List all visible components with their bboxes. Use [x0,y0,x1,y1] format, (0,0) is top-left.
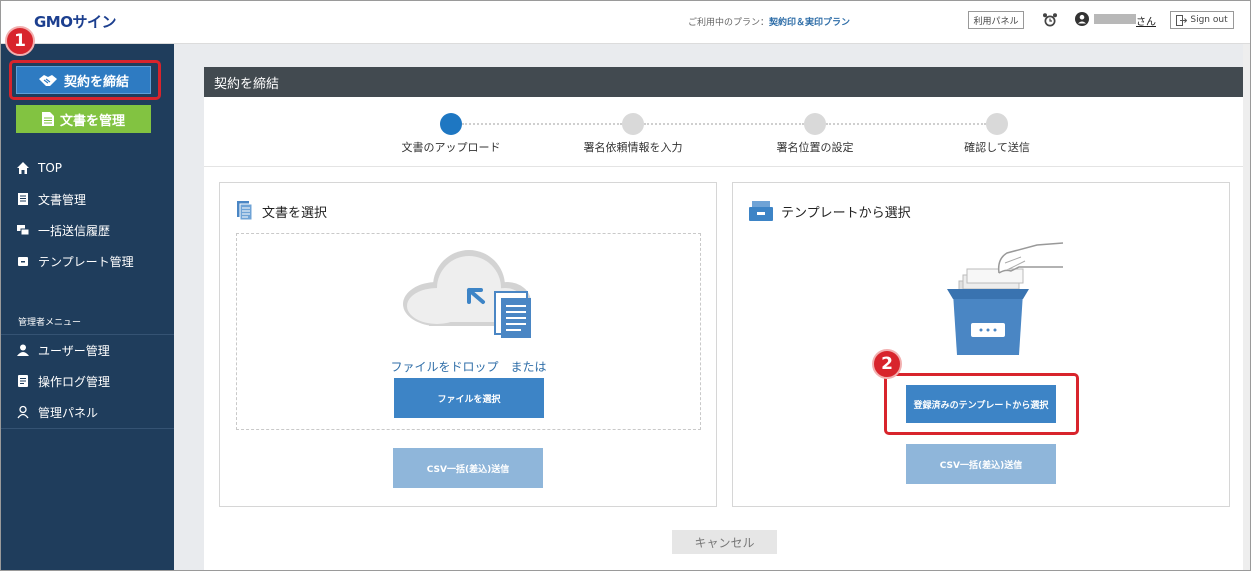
admin-menu-heading: 管理者メニュー [18,318,82,328]
step-1-dot [440,113,462,135]
sign-out-label: Sign out [1190,15,1228,25]
csv-batch-send-label: CSV一括(差込)送信 [426,464,510,475]
user-avatar-icon[interactable] [1075,12,1089,26]
sidebar: 契約を締結 文書を管理 TOP 文書管理 一括送信履歴 テンプレート管理 管理者… [0,44,174,571]
callout-badge-1: 1 [5,26,35,56]
usage-panel-button[interactable]: 利用パネル [968,11,1024,29]
sign-out-button[interactable]: Sign out [1170,11,1234,29]
sidebar-item-operation-log[interactable]: 操作ログ管理 [16,371,110,391]
select-template-title: テンプレートから選択 [781,205,911,221]
sidebar-item-batch-history[interactable]: 一括送信履歴 [16,220,110,240]
select-document-title: 文書を選択 [262,205,328,221]
page-title-bar: 契約を締結 [204,67,1245,97]
step-2-label: 署名依頼情報を入力 [583,141,683,154]
batch-send-icon [17,225,30,236]
page-scrollbar[interactable] [1243,44,1251,571]
cancel-button[interactable]: キャンセル [672,530,777,554]
plan-label: ご利用中のプラン： [688,18,770,28]
alarm-clock-icon[interactable] [1042,12,1058,28]
document-icon [41,112,54,126]
document-stack-icon [237,201,253,221]
admin-divider-top [0,334,174,335]
sidebar-item-user-management[interactable]: ユーザー管理 [16,340,110,360]
sidebar-item-label: 文書管理 [38,192,87,207]
user-name-suffix[interactable]: さん [1136,13,1156,28]
cloud-upload-icon [403,250,531,338]
sidebar-item-admin-panel[interactable]: 管理パネル [16,402,98,422]
sidebar-item-template-management[interactable]: テンプレート管理 [16,251,134,271]
home-icon [17,162,29,174]
select-template-card: テンプレートから選択 登録済みのテンプレートから選択 CSV一括(差込)送信 [732,182,1230,507]
sidebar-item-documents[interactable]: 文書管理 [16,189,86,209]
step-4-label: 確認して送信 [964,141,1030,154]
template-box-icon [18,257,28,266]
callout-highlight-1 [9,60,161,100]
step-4-dot [986,113,1008,135]
step-1-label: 文書のアップロード [401,141,501,154]
select-document-heading: 文書を選択 [236,201,327,221]
step-connector [826,123,986,125]
sign-out-icon [1176,14,1188,26]
select-template-heading: テンプレートから選択 [749,201,911,221]
main-content: 文書のアップロード 署名依頼情報を入力 署名位置の設定 確認して送信 文書を選択 [204,97,1245,571]
manage-documents-button[interactable]: 文書を管理 [16,105,151,133]
template-file-box-icon [749,201,773,221]
sidebar-item-label: 一括送信履歴 [38,223,111,238]
sidebar-item-label: 管理パネル [38,405,99,420]
file-box-hand-icon [947,242,1064,355]
admin-panel-icon [17,405,29,419]
csv-batch-send-button-left[interactable]: CSV一括(差込)送信 [393,448,543,488]
sidebar-item-top[interactable]: TOP [16,158,62,178]
callout-highlight-2 [884,373,1079,435]
csv-batch-send-label: CSV一括(差込)送信 [939,460,1023,471]
admin-divider-bottom [0,428,174,429]
step-connector [644,123,804,125]
user-name-redacted [1094,14,1136,24]
log-icon [18,375,28,387]
step-3-label: 署名位置の設定 [776,141,854,154]
step-3-dot [804,113,826,135]
csv-batch-send-button-right[interactable]: CSV一括(差込)送信 [906,444,1056,484]
select-file-button[interactable]: ファイルを選択 [394,378,544,418]
drop-file-text: ファイルをドロップ または [390,360,547,374]
step-indicator: 文書のアップロード 署名依頼情報を入力 署名位置の設定 確認して送信 [204,97,1245,167]
sidebar-item-label: 操作ログ管理 [38,374,111,389]
callout-badge-2: 2 [872,349,902,379]
gmo-sign-logo[interactable]: GMOサイン [34,11,117,32]
manage-documents-label: 文書を管理 [59,113,125,129]
sidebar-item-label: ユーザー管理 [38,343,110,358]
usage-panel-label: 利用パネル [973,16,1019,27]
file-drop-zone[interactable]: ファイルをドロップ または ファイルを選択 [236,233,701,430]
plan-name[interactable]: 契約印＆実印プラン [769,18,850,28]
step-2-dot [622,113,644,135]
plan-info: ご利用中のプラン：契約印＆実印プラン [688,15,850,28]
top-header: GMOサイン ご利用中のプラン：契約印＆実印プラン 利用パネル さん Sign … [0,0,1251,44]
user-icon [17,344,29,356]
cancel-label: キャンセル [694,535,755,550]
sidebar-item-label: TOP [38,161,63,175]
select-document-card: 文書を選択 ファイルをドロップ または ファイルを選択 CSV一括(差込)送信 [219,182,717,507]
document-list-icon [18,193,28,205]
page-title: 契約を締結 [214,76,280,92]
step-connector [462,123,622,125]
sidebar-item-label: テンプレート管理 [38,254,134,269]
select-file-label: ファイルを選択 [437,394,501,405]
